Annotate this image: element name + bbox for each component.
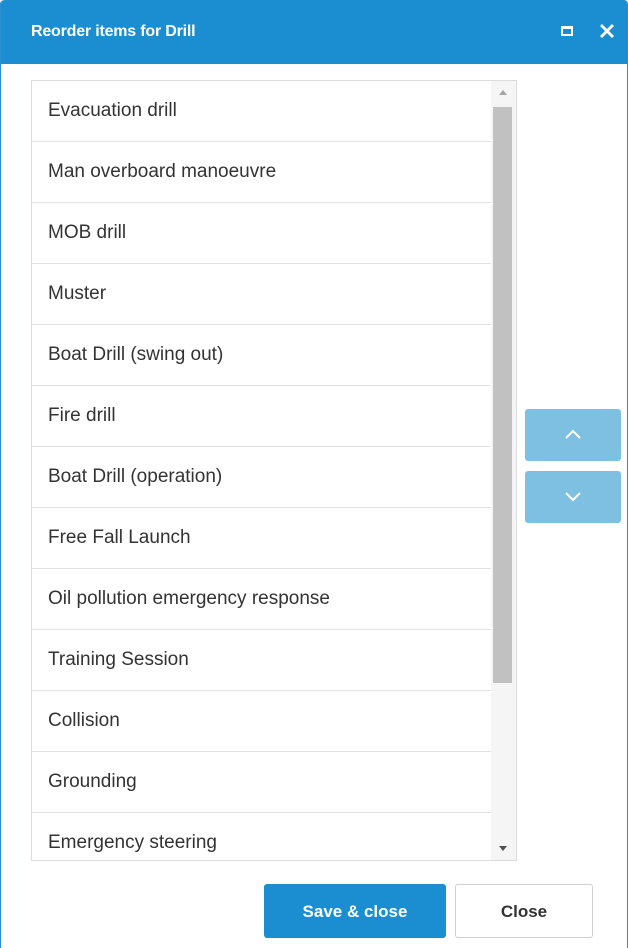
move-up-button[interactable] — [525, 409, 621, 461]
list-scrollbar[interactable] — [491, 81, 516, 860]
scroll-up-arrow-icon — [499, 90, 507, 95]
list-item[interactable]: Oil pollution emergency response — [32, 569, 491, 630]
list-item[interactable]: Man overboard manoeuvre — [32, 142, 491, 203]
list-item[interactable]: Grounding — [32, 752, 491, 813]
list-item[interactable]: Collision — [32, 691, 491, 752]
dialog-titlebar[interactable]: Reorder items for Drill — [1, 0, 627, 64]
items-listbox[interactable]: Evacuation drill Man overboard manoeuvre M… — [31, 80, 517, 861]
list-item[interactable]: Emergency steering — [32, 813, 491, 860]
save-and-close-button[interactable]: Save & close — [264, 884, 446, 938]
close-button[interactable]: Close — [455, 884, 593, 938]
dialog-title: Reorder items for Drill — [31, 23, 196, 40]
maximize-button[interactable] — [558, 20, 580, 42]
close-window-button[interactable] — [597, 20, 619, 42]
items-list: Evacuation drill Man overboard manoeuvre M… — [32, 81, 491, 860]
scroll-down-arrow-icon — [499, 846, 507, 851]
list-item[interactable]: MOB drill — [32, 203, 491, 264]
list-item[interactable]: Fire drill — [32, 386, 491, 447]
list-item[interactable]: Muster — [32, 264, 491, 325]
chevron-up-icon — [565, 429, 581, 439]
scroll-up-button[interactable] — [491, 81, 516, 103]
scroll-thumb[interactable] — [493, 107, 512, 683]
move-down-button[interactable] — [525, 471, 621, 523]
reorder-dialog: Reorder items for Drill Evacuation drill… — [0, 0, 628, 948]
close-icon — [600, 24, 614, 38]
list-item[interactable]: Evacuation drill — [32, 81, 491, 142]
list-item[interactable]: Boat Drill (swing out) — [32, 325, 491, 386]
list-item[interactable]: Training Session — [32, 630, 491, 691]
chevron-down-icon — [565, 492, 581, 502]
list-item[interactable]: Boat Drill (operation) — [32, 447, 491, 508]
maximize-icon — [561, 26, 573, 36]
scroll-down-button[interactable] — [491, 838, 516, 860]
list-item[interactable]: Free Fall Launch — [32, 508, 491, 569]
